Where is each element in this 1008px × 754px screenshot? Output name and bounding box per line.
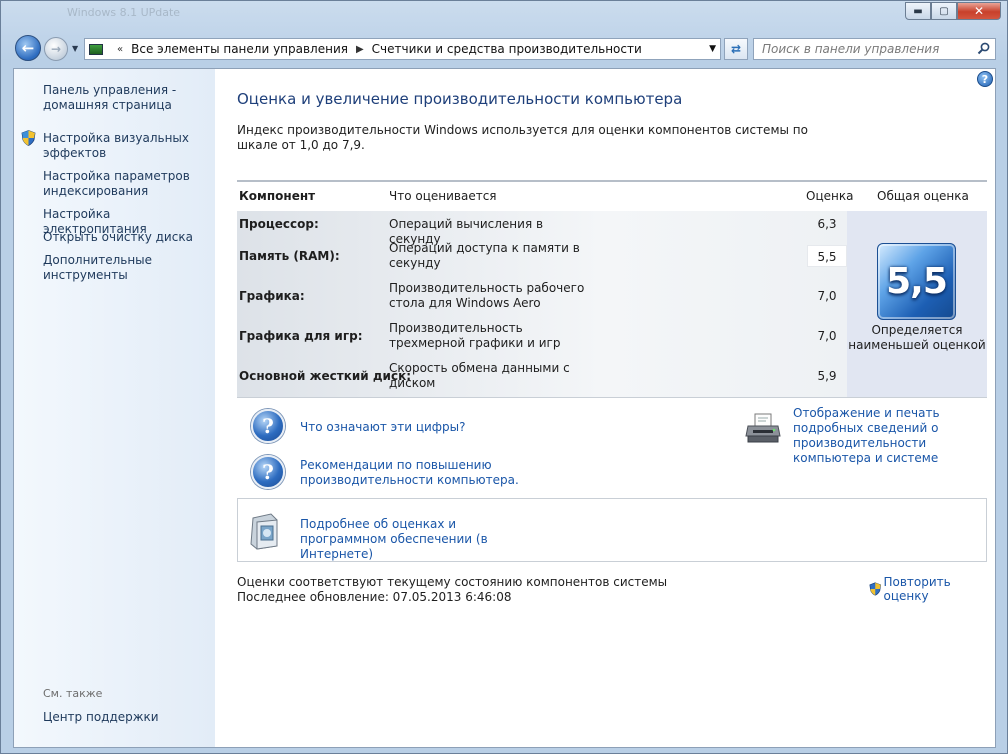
column-header-score: Оценка xyxy=(806,189,854,203)
component-score: 5,9 xyxy=(817,369,837,383)
sidebar-item-indexing[interactable]: Настройка параметров индексирования xyxy=(43,169,213,199)
column-header-component: Компонент xyxy=(239,189,316,203)
overall-score-badge: 5,5 xyxy=(877,243,956,320)
close-button[interactable]: ✕ xyxy=(957,2,1001,20)
maximize-button[interactable]: ▢ xyxy=(931,2,957,20)
back-button[interactable]: ← xyxy=(15,35,41,61)
search-icon[interactable] xyxy=(977,42,990,55)
status-line: Оценки соответствуют текущему состоянию … xyxy=(237,575,668,589)
table-divider xyxy=(237,397,987,398)
sidebar-item-action-center[interactable]: Центр поддержки xyxy=(43,710,159,724)
navigation-bar: ← → ▼ « Все элементы панели управления ▶… xyxy=(1,31,1007,65)
history-dropdown-icon[interactable]: ▼ xyxy=(72,44,78,53)
chevron-icon[interactable]: « xyxy=(117,44,123,55)
score-table: Компонент Что оценивается Оценка Общая о… xyxy=(237,180,987,399)
back-arrow-icon: ← xyxy=(21,39,35,57)
question-icon: ? xyxy=(251,455,285,489)
component-description: Производительность рабочего стола для Wi… xyxy=(389,281,585,310)
overall-score-panel: 5,5 Определяется наименьшей оценкой xyxy=(847,211,987,398)
question-icon: ? xyxy=(251,409,285,443)
page-description: Индекс производительности Windows исполь… xyxy=(237,123,808,152)
overall-score-caption: Определяется наименьшей оценкой xyxy=(848,323,986,352)
rerun-assessment-link[interactable]: Повторить оценку xyxy=(869,575,995,603)
content-area: Панель управления - домашняя страница На… xyxy=(13,68,996,748)
component-score: 7,0 xyxy=(817,289,837,303)
software-box-icon xyxy=(250,513,278,550)
component-label: Основной жесткий диск: xyxy=(239,369,412,383)
component-label: Графика для игр: xyxy=(239,329,363,343)
component-score: 7,0 xyxy=(817,329,837,343)
refresh-icon: ⇄ xyxy=(730,42,742,56)
breadcrumb-item[interactable]: Счетчики и средства производительности xyxy=(372,42,642,56)
sidebar-item-disk-cleanup[interactable]: Открыть очистку диска xyxy=(43,230,213,245)
control-panel-icon xyxy=(89,43,103,55)
shield-icon xyxy=(869,582,882,596)
search-input[interactable] xyxy=(762,42,972,56)
sidebar-item-visual-effects[interactable]: Настройка визуальных эффектов xyxy=(43,131,213,161)
component-score-lowest: 5,5 xyxy=(807,245,847,267)
minimize-button[interactable]: ▬ xyxy=(905,2,931,20)
forward-button[interactable]: → xyxy=(44,37,68,61)
what-numbers-link[interactable]: Что означают эти цифры? xyxy=(300,420,466,435)
column-header-what: Что оценивается xyxy=(389,189,497,203)
breadcrumb-item[interactable]: Все элементы панели управления xyxy=(131,42,348,56)
component-description: Производительность трехмерной графики и … xyxy=(389,321,561,350)
component-description: Операций доступа к памяти в секунду xyxy=(389,241,580,270)
shield-icon xyxy=(21,130,36,146)
table-body: Процессор: Операций вычисления в секунду… xyxy=(237,211,847,398)
last-update-line: Последнее обновление: 07.05.2013 6:46:08 xyxy=(237,590,512,604)
component-label: Память (RAM): xyxy=(239,249,340,263)
window-controls: ▬ ▢ ✕ xyxy=(905,2,1001,20)
component-description: Скорость обмена данными с диском xyxy=(389,361,570,390)
column-header-overall: Общая оценка xyxy=(877,189,969,203)
title-bar[interactable]: Windows 8.1 UPdate ▬ ▢ ✕ xyxy=(1,1,1007,29)
chevron-down-icon[interactable]: ▼ xyxy=(709,44,716,54)
see-also-heading: См. также xyxy=(43,687,103,700)
task-pane: Панель управления - домашняя страница На… xyxy=(14,69,215,747)
window-title: Windows 8.1 UPdate xyxy=(67,6,181,19)
print-details-link[interactable]: Отображение и печать подробных сведений … xyxy=(793,406,993,466)
help-icon: ? xyxy=(981,72,989,86)
component-label: Процессор: xyxy=(239,217,319,231)
forward-arrow-icon: → xyxy=(50,42,62,56)
printer-icon xyxy=(745,413,781,443)
window: Windows 8.1 UPdate ▬ ▢ ✕ ← → ▼ « Все эле… xyxy=(0,0,1008,754)
search-box[interactable] xyxy=(753,38,996,60)
refresh-button[interactable]: ⇄ xyxy=(724,38,748,60)
online-info-box: Подробнее об оценках и программном обесп… xyxy=(237,498,987,562)
component-score: 6,3 xyxy=(817,217,837,231)
overall-score-value: 5,5 xyxy=(886,261,948,302)
rerun-assessment-label[interactable]: Повторить оценку xyxy=(883,575,995,603)
sidebar-home-link[interactable]: Панель управления - домашняя страница xyxy=(43,83,213,113)
page-title: Оценка и увеличение производительности к… xyxy=(237,90,683,108)
online-info-link[interactable]: Подробнее об оценках и программном обесп… xyxy=(300,517,540,562)
address-bar[interactable]: « Все элементы панели управления ▶ Счетч… xyxy=(84,38,721,60)
main-panel: ? Оценка и увеличение производительности… xyxy=(215,69,995,747)
status-text: Оценки соответствуют текущему состоянию … xyxy=(237,575,667,605)
component-label: Графика: xyxy=(239,289,305,303)
chevron-right-icon[interactable]: ▶ xyxy=(356,44,364,55)
help-button[interactable]: ? xyxy=(977,71,993,87)
table-divider xyxy=(237,180,987,182)
sidebar-item-advanced-tools[interactable]: Дополнительные инструменты xyxy=(43,253,213,283)
tips-link[interactable]: Рекомендации по повышению производительн… xyxy=(300,458,540,488)
